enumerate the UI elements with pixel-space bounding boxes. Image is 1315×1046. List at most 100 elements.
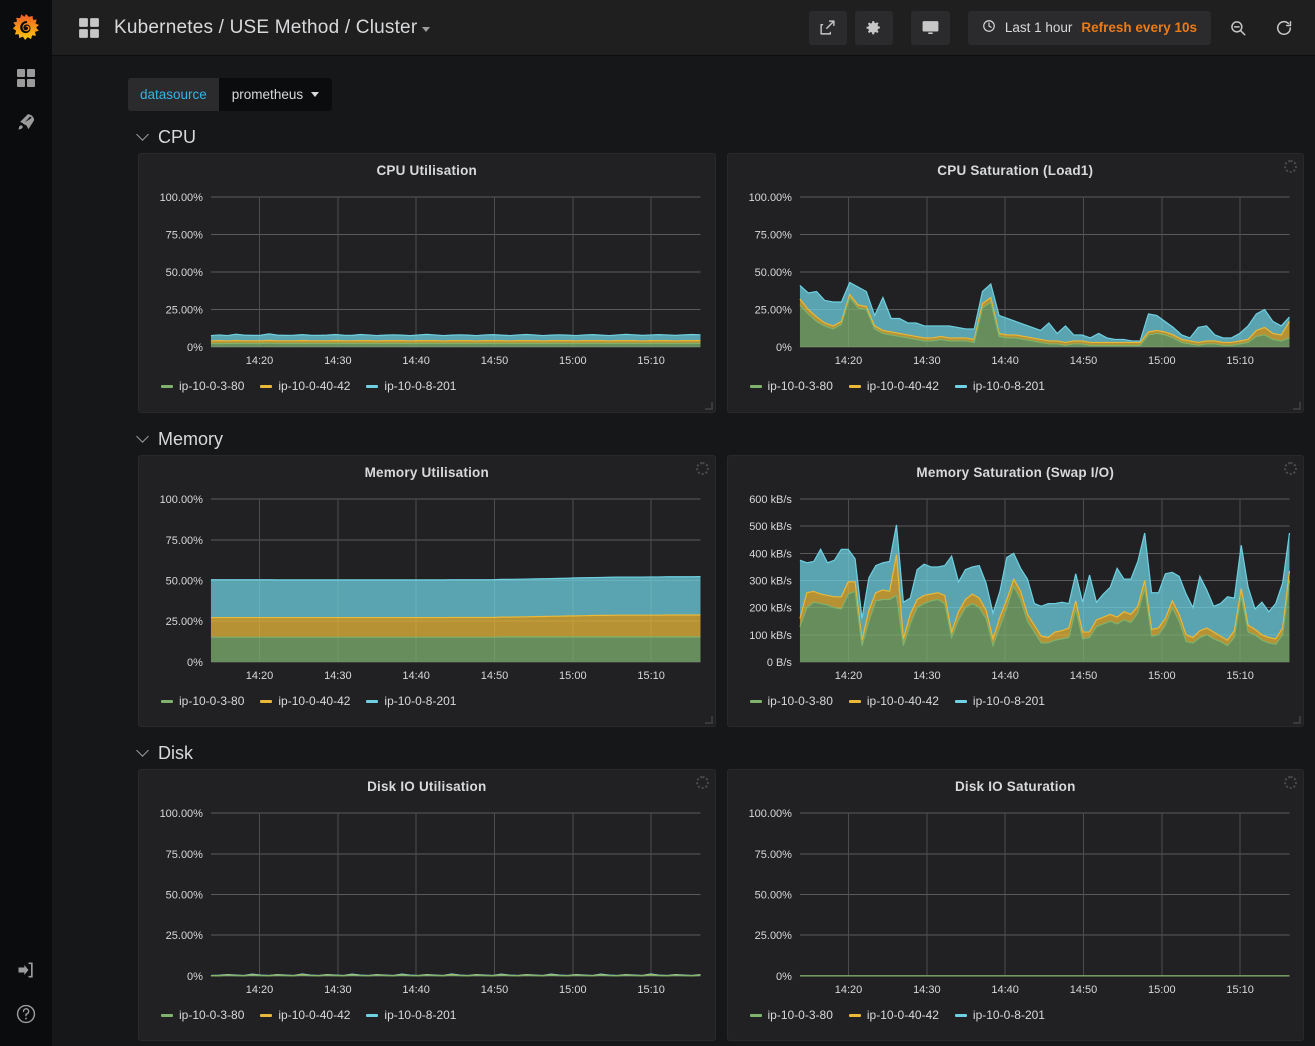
legend-item[interactable]: ip-10-0-40-42 (260, 694, 350, 708)
legend-color-swatch (955, 700, 967, 703)
legend-color-swatch (260, 385, 272, 388)
legend-series-label: ip-10-0-3-80 (768, 694, 833, 708)
graph-area[interactable]: 0%25.00%50.00%75.00%100.00%14:2014:3014:… (728, 794, 1304, 1002)
svg-text:100.00%: 100.00% (160, 192, 204, 204)
legend-item[interactable]: ip-10-0-8-201 (366, 379, 456, 393)
chevron-down-icon (422, 27, 430, 32)
legend-item[interactable]: ip-10-0-3-80 (750, 1008, 833, 1022)
legend-item[interactable]: ip-10-0-8-201 (366, 1008, 456, 1022)
chevron-down-icon (136, 744, 149, 757)
panel-title: Disk IO Utilisation (139, 770, 715, 794)
sidebar-item-signin[interactable] (0, 948, 52, 992)
legend-series-label: ip-10-0-3-80 (768, 379, 833, 393)
refresh-button[interactable] (1265, 11, 1303, 45)
svg-text:75.00%: 75.00% (166, 230, 203, 242)
legend-item[interactable]: ip-10-0-3-80 (750, 694, 833, 708)
legend-item[interactable]: ip-10-0-8-201 (955, 1008, 1045, 1022)
dashboard-settings-button[interactable] (855, 11, 893, 45)
legend-color-swatch (955, 385, 967, 388)
variable-value-dropdown[interactable]: prometheus (219, 78, 332, 111)
panel-disk-io-saturation: Disk IO Saturation 0%25.00%50.00%75.00%1… (727, 769, 1305, 1041)
svg-text:14:40: 14:40 (402, 355, 430, 367)
legend-color-swatch (161, 385, 173, 388)
zoom-out-button[interactable] (1219, 11, 1257, 45)
legend-item[interactable]: ip-10-0-8-201 (955, 379, 1045, 393)
legend-item[interactable]: ip-10-0-8-201 (955, 694, 1045, 708)
legend-color-swatch (750, 700, 762, 703)
svg-text:15:00: 15:00 (559, 984, 587, 996)
chart-legend: ip-10-0-3-80 ip-10-0-40-42 ip-10-0-8-201 (728, 1002, 1304, 1022)
legend-item[interactable]: ip-10-0-8-201 (366, 694, 456, 708)
legend-item[interactable]: ip-10-0-3-80 (161, 1008, 244, 1022)
legend-series-label: ip-10-0-3-80 (768, 1008, 833, 1022)
svg-text:14:40: 14:40 (991, 355, 1019, 367)
graph-area[interactable]: 0%25.00%50.00%75.00%100.00%14:2014:3014:… (139, 480, 715, 688)
graph-area[interactable]: 0%25.00%50.00%75.00%100.00%14:2014:3014:… (139, 794, 715, 1002)
legend-series-label: ip-10-0-3-80 (179, 1008, 244, 1022)
row-title: Memory (158, 429, 223, 450)
legend-item[interactable]: ip-10-0-40-42 (260, 1008, 350, 1022)
svg-text:15:00: 15:00 (1148, 984, 1176, 996)
panel-resize-handle[interactable] (705, 402, 713, 410)
panel-title: Memory Saturation (Swap I/O) (728, 456, 1304, 480)
svg-text:14:30: 14:30 (324, 670, 352, 682)
sidebar-item-help[interactable] (0, 992, 52, 1036)
graph-area[interactable]: 0%25.00%50.00%75.00%100.00%14:2014:3014:… (139, 178, 715, 373)
svg-text:50.00%: 50.00% (754, 267, 791, 279)
page-title[interactable]: Kubernetes / USE Method / Cluster (114, 17, 430, 39)
legend-item[interactable]: ip-10-0-3-80 (161, 694, 244, 708)
svg-text:75.00%: 75.00% (166, 849, 203, 861)
svg-text:100.00%: 100.00% (748, 808, 792, 820)
chart-canvas[interactable]: 0%25.00%50.00%75.00%100.00%14:2014:3014:… (149, 188, 705, 373)
panel-resize-handle[interactable] (705, 716, 713, 724)
legend-series-label: ip-10-0-8-201 (973, 379, 1045, 393)
panel-title: CPU Saturation (Load1) (728, 154, 1304, 178)
chart-canvas[interactable]: 0 B/s100 kB/s200 kB/s300 kB/s400 kB/s500… (738, 490, 1294, 688)
svg-text:0%: 0% (187, 657, 203, 669)
svg-text:200 kB/s: 200 kB/s (749, 603, 792, 615)
graph-area[interactable]: 0%25.00%50.00%75.00%100.00%14:2014:3014:… (728, 178, 1304, 373)
legend-color-swatch (750, 1014, 762, 1017)
legend-item[interactable]: ip-10-0-3-80 (750, 379, 833, 393)
loading-spinner-icon (696, 776, 709, 789)
row-header-memory[interactable]: Memory (62, 423, 1305, 455)
chart-canvas[interactable]: 0%25.00%50.00%75.00%100.00%14:2014:3014:… (738, 804, 1294, 1002)
legend-color-swatch (161, 1014, 173, 1017)
graph-area[interactable]: 0 B/s100 kB/s200 kB/s300 kB/s400 kB/s500… (728, 480, 1304, 688)
panel-title: Memory Utilisation (139, 456, 715, 480)
svg-text:25.00%: 25.00% (166, 930, 203, 942)
legend-item[interactable]: ip-10-0-3-80 (161, 379, 244, 393)
svg-text:75.00%: 75.00% (754, 849, 791, 861)
legend-color-swatch (366, 1014, 378, 1017)
legend-series-label: ip-10-0-8-201 (973, 1008, 1045, 1022)
svg-text:100 kB/s: 100 kB/s (749, 630, 792, 642)
svg-text:100.00%: 100.00% (748, 192, 792, 204)
top-navbar: Kubernetes / USE Method / Cluster (52, 0, 1315, 56)
legend-item[interactable]: ip-10-0-40-42 (849, 694, 939, 708)
svg-text:500 kB/s: 500 kB/s (749, 521, 792, 533)
chart-canvas[interactable]: 0%25.00%50.00%75.00%100.00%14:2014:3014:… (149, 490, 705, 688)
dashboards-grid-icon[interactable] (78, 17, 100, 39)
row-header-cpu[interactable]: CPU (62, 121, 1305, 153)
sidebar-item-dashboards[interactable] (0, 56, 52, 100)
legend-item[interactable]: ip-10-0-40-42 (849, 379, 939, 393)
legend-color-swatch (366, 385, 378, 388)
share-dashboard-button[interactable] (809, 11, 847, 45)
svg-text:14:20: 14:20 (834, 355, 862, 367)
legend-series-label: ip-10-0-40-42 (278, 1008, 350, 1022)
time-range-picker[interactable]: Last 1 hour Refresh every 10s (968, 11, 1211, 45)
grafana-logo-icon[interactable] (0, 0, 52, 56)
row-header-disk[interactable]: Disk (62, 737, 1305, 769)
dashboard-title-text: Kubernetes / USE Method / Cluster (114, 17, 417, 39)
legend-series-label: ip-10-0-8-201 (384, 379, 456, 393)
legend-item[interactable]: ip-10-0-40-42 (849, 1008, 939, 1022)
chart-canvas[interactable]: 0%25.00%50.00%75.00%100.00%14:2014:3014:… (738, 188, 1294, 373)
chart-legend: ip-10-0-3-80 ip-10-0-40-42 ip-10-0-8-201 (139, 373, 715, 393)
svg-text:0%: 0% (776, 971, 792, 983)
panel-resize-handle[interactable] (1293, 716, 1301, 724)
panel-resize-handle[interactable] (1293, 402, 1301, 410)
chart-canvas[interactable]: 0%25.00%50.00%75.00%100.00%14:2014:3014:… (149, 804, 705, 1002)
tv-mode-button[interactable] (911, 11, 950, 45)
legend-item[interactable]: ip-10-0-40-42 (260, 379, 350, 393)
sidebar-item-explore[interactable] (0, 100, 52, 144)
